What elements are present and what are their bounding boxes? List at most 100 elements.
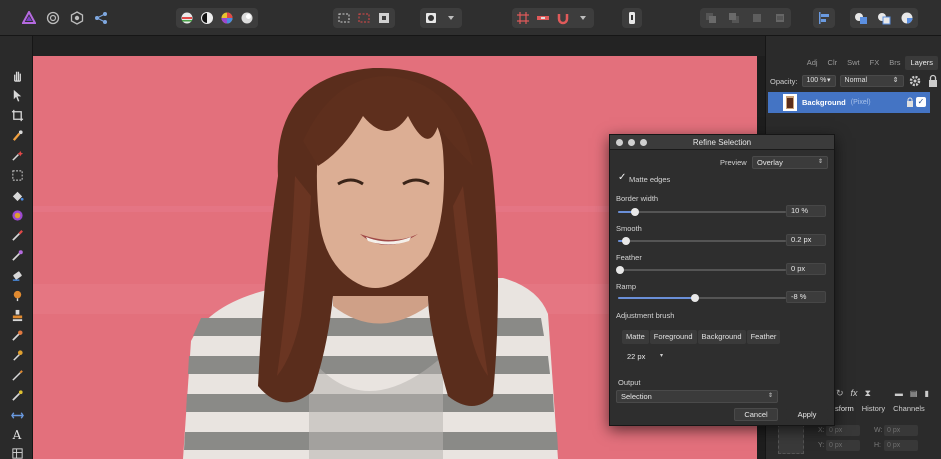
export-persona-icon[interactable]: [94, 11, 108, 25]
layer-row-background[interactable]: Background (Pixel) ✓: [768, 92, 930, 113]
black-white-icon[interactable]: [200, 11, 214, 25]
tab-effects[interactable]: FX: [865, 56, 885, 70]
guides-icon[interactable]: [536, 11, 550, 25]
intersect-shapes-icon[interactable]: [900, 11, 914, 25]
refresh-icon[interactable]: ↻: [836, 388, 844, 399]
slider-thumb[interactable]: [691, 294, 699, 302]
brush-mode-foreground[interactable]: Foreground: [649, 330, 697, 344]
move-forward-icon[interactable]: [727, 11, 741, 25]
view-hand-icon[interactable]: [10, 68, 24, 82]
ramp-value[interactable]: -8 %: [786, 291, 826, 303]
erase-brush-icon[interactable]: [10, 268, 24, 282]
tab-brushes[interactable]: Brs: [884, 56, 905, 70]
slider-thumb[interactable]: [631, 208, 639, 216]
slider-thumb[interactable]: [622, 237, 630, 245]
align-icon[interactable]: [817, 11, 831, 25]
gradient-tool-icon[interactable]: [10, 208, 24, 222]
layer-visibility-checkbox[interactable]: ✓: [916, 97, 926, 107]
table-tool-icon[interactable]: [10, 446, 24, 459]
pen-tool-icon[interactable]: [10, 368, 24, 382]
tab-history[interactable]: History: [861, 402, 886, 416]
clone-tool-icon[interactable]: [10, 308, 24, 322]
develop-persona-icon[interactable]: [70, 11, 84, 25]
paint-brush-icon[interactable]: [10, 228, 24, 242]
snapping-magnet-icon[interactable]: [556, 11, 570, 25]
arrange-front-icon[interactable]: [773, 11, 787, 25]
color-replacement-icon[interactable]: [10, 248, 24, 262]
layer-lock-icon[interactable]: [906, 97, 914, 107]
y-field[interactable]: 0 px: [826, 440, 860, 451]
brush-mode-background[interactable]: Background: [697, 330, 746, 344]
preview-dropdown[interactable]: Overlay ⇕: [752, 156, 828, 169]
move-back-icon[interactable]: [704, 11, 718, 25]
levels-icon[interactable]: [180, 11, 194, 25]
flood-select-icon[interactable]: [10, 148, 24, 162]
feather-value[interactable]: 0 px: [786, 263, 826, 275]
smooth-slider[interactable]: [618, 237, 786, 245]
tab-layers[interactable]: Layers: [905, 56, 938, 70]
smooth-value[interactable]: 0.2 px: [786, 234, 826, 246]
h-field[interactable]: 0 px: [884, 440, 918, 451]
invert-selection-icon[interactable]: [377, 11, 391, 25]
opacity-dropdown[interactable]: 100 % ▾: [801, 75, 836, 87]
arrange-back-icon[interactable]: [750, 11, 764, 25]
photo-persona-icon[interactable]: [22, 11, 36, 25]
brush-mode-feather[interactable]: Feather: [746, 330, 781, 344]
folder-icon[interactable]: ▬: [895, 389, 903, 398]
smudge-tool-icon[interactable]: [10, 348, 24, 362]
text-tool-icon[interactable]: A: [10, 428, 24, 442]
white-balance-icon[interactable]: [240, 11, 254, 25]
blend-mode-dropdown[interactable]: Normal ⇕: [839, 75, 904, 87]
minimize-dot-icon[interactable]: [628, 139, 635, 146]
cancel-button[interactable]: Cancel: [734, 408, 778, 421]
ramp-slider[interactable]: [618, 294, 786, 302]
deselect-icon[interactable]: [357, 11, 371, 25]
liquify-persona-icon[interactable]: [46, 11, 60, 25]
layer-type: (Pixel): [850, 99, 871, 106]
chevron-down-icon[interactable]: [444, 11, 458, 25]
flood-fill-icon[interactable]: [10, 188, 24, 202]
x-field[interactable]: 0 px: [826, 425, 860, 436]
dodge-tool-icon[interactable]: [10, 288, 24, 302]
output-dropdown[interactable]: Selection ⇕: [616, 390, 778, 403]
feather-slider[interactable]: [616, 266, 786, 274]
trash-icon[interactable]: ▮: [924, 389, 928, 398]
grid-icon[interactable]: [516, 11, 530, 25]
tab-channels[interactable]: Channels: [892, 402, 926, 416]
crop-tool-icon[interactable]: [10, 108, 24, 122]
lock-icon[interactable]: [926, 74, 940, 88]
color-picker-icon[interactable]: [10, 388, 24, 402]
transform-anchor[interactable]: [778, 424, 804, 454]
subtract-shapes-icon[interactable]: [877, 11, 891, 25]
slider-thumb[interactable]: [616, 266, 624, 274]
mesh-warp-icon[interactable]: [10, 408, 24, 422]
blemish-removal-icon[interactable]: [10, 328, 24, 342]
brush-size-dropdown[interactable]: 22 px ▾: [622, 350, 668, 363]
border-width-slider[interactable]: [618, 208, 786, 216]
marquee-tool-icon[interactable]: [10, 168, 24, 182]
marquee-select-icon[interactable]: [337, 11, 351, 25]
chevron-down-icon[interactable]: [576, 11, 590, 25]
matte-edges-checkbox[interactable]: ✓: [618, 172, 626, 183]
brush-mode-matte[interactable]: Matte: [622, 330, 649, 344]
tab-color[interactable]: Clr: [823, 56, 843, 70]
add-shapes-icon[interactable]: [854, 11, 868, 25]
quick-mask-icon[interactable]: [424, 11, 438, 25]
tab-swatches[interactable]: Swt: [842, 56, 865, 70]
border-width-value[interactable]: 10 %: [786, 205, 826, 217]
close-dot-icon[interactable]: [616, 139, 623, 146]
settings-gear-icon[interactable]: [908, 74, 922, 88]
w-field[interactable]: 0 px: [884, 425, 918, 436]
hsl-icon[interactable]: [220, 11, 234, 25]
assistant-icon[interactable]: [625, 11, 639, 25]
selection-brush-icon[interactable]: [10, 128, 24, 142]
top-toolbar: [0, 0, 941, 36]
tab-adjustments[interactable]: Adj: [802, 56, 823, 70]
hourglass-icon[interactable]: ⧗: [865, 388, 871, 399]
tab-transform[interactable]: sform: [834, 402, 855, 416]
apply-button[interactable]: Apply: [785, 408, 829, 421]
new-layer-icon[interactable]: ▤: [910, 389, 918, 398]
zoom-dot-icon[interactable]: [640, 139, 647, 146]
move-tool-icon[interactable]: [10, 88, 24, 102]
fx-icon[interactable]: fx: [851, 388, 858, 398]
